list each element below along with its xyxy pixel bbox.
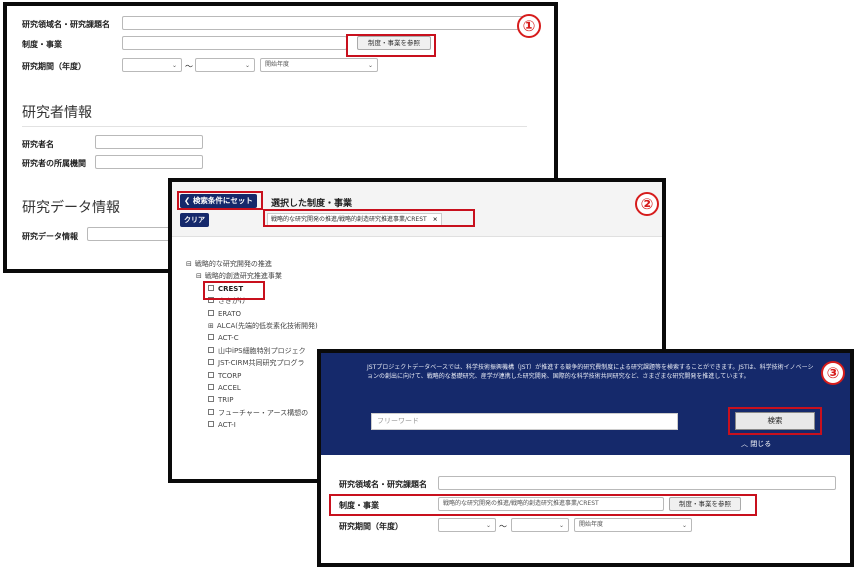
researcher-name-input[interactable]: [95, 135, 203, 149]
tree-item[interactable]: ERATO: [208, 309, 241, 320]
step-badge-3: ③: [821, 361, 845, 385]
checkbox[interactable]: [208, 371, 214, 378]
clear-button[interactable]: クリア: [180, 213, 209, 227]
collapse-icon[interactable]: ⊟: [186, 259, 192, 270]
chevron-up-icon: ︿: [741, 440, 751, 448]
tree-item[interactable]: TCORP: [208, 371, 241, 382]
tree-item[interactable]: ACT-C: [208, 333, 239, 344]
step-badge-2: ②: [635, 192, 659, 216]
annotation-box: [203, 281, 265, 300]
tree-item-label: TRIP: [218, 396, 234, 405]
annotation-box: [346, 34, 436, 57]
collapse-icon[interactable]: ⊟: [196, 271, 202, 282]
chevron-down-icon: ⌄: [244, 62, 250, 69]
researcher-name-label: 研究者名: [22, 140, 54, 149]
tree-item-label: ACT-I: [218, 421, 236, 429]
step-badge-1: ①: [517, 14, 541, 38]
tree-item-label: ACCEL: [218, 384, 241, 392]
chevron-down-icon: ⌄: [171, 62, 177, 69]
program-label: 制度・事業: [22, 40, 62, 49]
checkbox[interactable]: [208, 359, 214, 366]
period-tilde: 〜: [499, 522, 507, 531]
period-type-select[interactable]: 開始年度 ⌄: [260, 58, 378, 72]
data-info-input[interactable]: [87, 227, 177, 241]
tree-item-label: JST-CIRM共同研究プログラ: [218, 359, 305, 368]
chevron-down-icon: ⌄: [485, 522, 491, 529]
checkbox[interactable]: [208, 309, 214, 316]
tree-item-label: フューチャー・アース構想の: [218, 408, 309, 417]
annotation-box: [263, 209, 475, 227]
tree-item-label: ACT-C: [218, 334, 239, 343]
checkbox[interactable]: [208, 346, 214, 353]
site-description: JSTプロジェクトデータベースでは、科学技術振興機構（JST）が推進する競争的研…: [367, 364, 814, 380]
tree-item[interactable]: ⊞ ALCA(先端的低炭素化技術開発): [208, 321, 318, 332]
affiliation-input[interactable]: [95, 155, 203, 169]
free-word-input[interactable]: フリーワード: [371, 413, 678, 430]
title-label: 研究領域名・研究課題名: [339, 480, 427, 489]
chevron-down-icon: ⌄: [367, 62, 373, 69]
search-top-panel: JSTプロジェクトデータベースでは、科学技術振興機構（JST）が推進する競争的研…: [317, 349, 854, 567]
period-start-select[interactable]: ⌄: [438, 518, 496, 532]
checkbox[interactable]: [208, 421, 214, 428]
tree-item[interactable]: TRIP: [208, 395, 233, 406]
period-end-select[interactable]: ⌄: [195, 58, 255, 72]
tree-item-label: TCORP: [218, 371, 242, 380]
checkbox[interactable]: [208, 334, 214, 341]
tree-item-label: 戦略的創造研究推進事業: [204, 272, 282, 281]
tree-item[interactable]: ⊟ 戦略的な研究開発の推進: [186, 259, 272, 270]
expand-icon[interactable]: ⊞: [208, 321, 214, 332]
tree-item-label: 山中iPS細胞特別プロジェク: [218, 346, 306, 355]
selected-programs-heading: 選択した制度・事業: [271, 199, 353, 209]
period-end-select[interactable]: ⌄: [511, 518, 569, 532]
tree-item[interactable]: 山中iPS細胞特別プロジェク: [208, 346, 306, 357]
period-start-select[interactable]: ⌄: [122, 58, 182, 72]
checkbox[interactable]: [208, 396, 214, 403]
tree-item-label: ALCA(先端的低炭素化技術開発): [216, 322, 318, 330]
checkbox[interactable]: [208, 408, 214, 415]
data-info-label: 研究データ情報: [22, 232, 78, 241]
collapse-toggle[interactable]: ︿ 閉じる: [741, 439, 771, 449]
chevron-down-icon: ⌄: [681, 522, 687, 529]
tree-item[interactable]: ACCEL: [208, 383, 241, 394]
annotation-box: [329, 494, 757, 516]
period-label: 研究期間（年度）: [22, 62, 86, 71]
period-label: 研究期間（年度）: [339, 522, 403, 531]
title-input[interactable]: [438, 476, 836, 490]
program-input[interactable]: [122, 36, 347, 50]
researcher-section-heading: 研究者情報: [22, 105, 92, 121]
title-label: 研究領域名・研究課題名: [22, 20, 110, 29]
period-type-select[interactable]: 開始年度 ⌄: [574, 518, 692, 532]
tree-item[interactable]: JST-CIRM共同研究プログラ: [208, 358, 305, 369]
tree-item[interactable]: フューチャー・アース構想の: [208, 408, 308, 419]
period-tilde: 〜: [185, 62, 193, 71]
annotation-box: [728, 407, 822, 435]
tree-item[interactable]: ACT-I: [208, 420, 236, 429]
data-section-heading: 研究データ情報: [22, 200, 120, 216]
title-input[interactable]: [122, 16, 532, 30]
tree-item-label: ERATO: [218, 309, 242, 318]
chevron-down-icon: ⌄: [558, 522, 564, 529]
tree-item-label: 戦略的な研究開発の推進: [194, 260, 272, 268]
divider: [22, 126, 527, 127]
checkbox[interactable]: [208, 384, 214, 390]
annotation-box: [177, 191, 263, 210]
affiliation-label: 研究者の所属機関: [22, 159, 86, 168]
